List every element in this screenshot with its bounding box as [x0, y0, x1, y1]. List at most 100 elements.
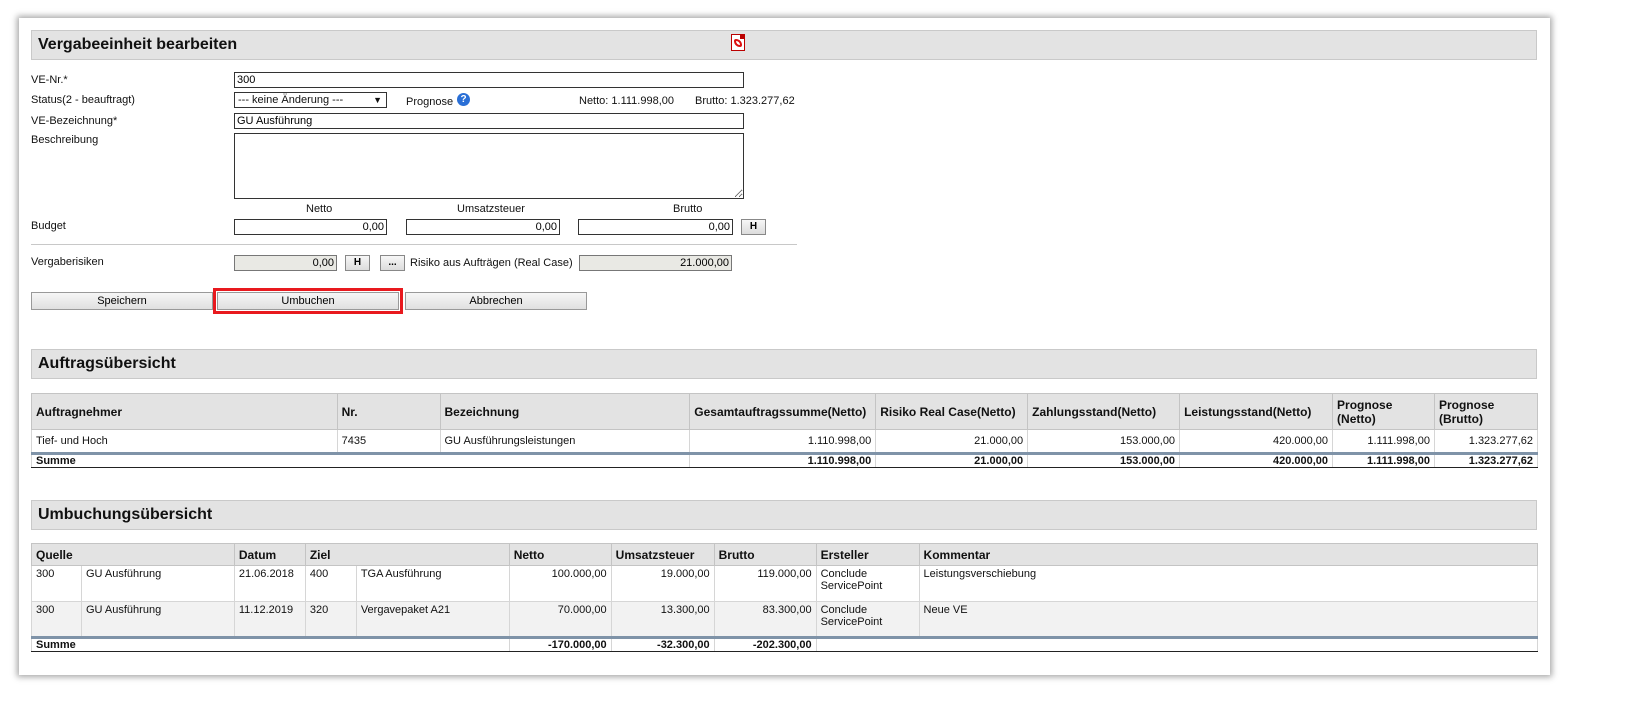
cell-ust: 19.000,00: [610, 565, 715, 602]
cell-auftragnehmer: Tief- und Hoch: [31, 429, 338, 454]
cell-netto: 70.000,00: [508, 601, 612, 638]
auftraege-table: Auftragnehmer Nr. Bezeichnung Gesamtauft…: [30, 393, 1539, 468]
cancel-button[interactable]: Abbrechen: [405, 292, 587, 310]
col-header[interactable]: Brutto: [713, 543, 817, 566]
cell-ersteller: Conclude ServicePoint: [815, 601, 920, 638]
cell-prognose-netto: 1.111.998,00: [1332, 429, 1435, 454]
col-header[interactable]: Risiko Real Case(Netto): [875, 393, 1029, 430]
sum-ust: -32.300,00: [610, 636, 715, 652]
cell-ziel-name: Vergavepaket A21: [355, 601, 510, 638]
cell-ust: 13.300,00: [610, 601, 715, 638]
pdf-icon[interactable]: [731, 34, 745, 51]
sum-brutto: -202.300,00: [713, 636, 817, 652]
vergaberisiken-label: Vergaberisiken: [31, 256, 104, 268]
status-label: Status(2 - beauftragt): [31, 94, 135, 106]
risiko-label: Risiko aus Aufträgen (Real Case): [410, 257, 573, 269]
risiken-history-button[interactable]: H: [345, 255, 370, 271]
col-header[interactable]: Auftragnehmer: [31, 393, 338, 430]
sum-prognose-brutto: 1.323.277,62: [1433, 452, 1539, 468]
beschreibung-label: Beschreibung: [31, 134, 99, 146]
umbuchen-button[interactable]: Umbuchen: [217, 292, 399, 310]
sum-netto: -170.000,00: [508, 636, 612, 652]
cell-brutto: 119.000,00: [713, 565, 817, 602]
prognose-label: Prognose: [406, 96, 454, 108]
section-header-umbuchungen: Umbuchungsübersicht: [31, 500, 1537, 530]
cell-brutto: 83.300,00: [713, 601, 817, 638]
budget-history-button[interactable]: H: [741, 219, 766, 235]
status-select-value: --- keine Änderung ---: [238, 94, 344, 106]
risiko-input[interactable]: [579, 255, 732, 271]
sum-empty: [815, 636, 1539, 652]
cell-zahlung: 153.000,00: [1027, 429, 1181, 454]
sum-row: Summe -170.000,00 -32.300,00 -202.300,00: [31, 636, 1539, 652]
prognose-brutto: Brutto: 1.323.277,62: [695, 95, 795, 107]
bezeichnung-input[interactable]: [234, 113, 744, 129]
budget-brutto-input[interactable]: [578, 219, 733, 235]
col-brutto-label: Brutto: [673, 203, 703, 215]
sum-label: Summe: [31, 636, 510, 652]
section-header-auftraege: Auftragsübersicht: [31, 349, 1537, 379]
auftraege-title: Auftragsübersicht: [38, 355, 176, 372]
cell-ziel-nr: 400: [304, 565, 357, 602]
col-ust-label: Umsatzsteuer: [457, 203, 525, 215]
col-header[interactable]: Datum: [233, 543, 306, 566]
col-header[interactable]: Netto: [508, 543, 612, 566]
cell-kommentar: Neue VE: [918, 601, 1539, 638]
cell-datum: 21.06.2018: [233, 565, 306, 602]
cell-ersteller: Conclude ServicePoint: [815, 565, 920, 602]
col-header[interactable]: Kommentar: [918, 543, 1539, 566]
cell-ziel-name: TGA Ausführung: [355, 565, 510, 602]
cell-bezeichnung: GU Ausführungsleistungen: [439, 429, 691, 454]
umbuchungen-title: Umbuchungsübersicht: [38, 506, 213, 523]
col-header[interactable]: Ziel: [304, 543, 510, 566]
col-header[interactable]: Quelle: [31, 543, 235, 566]
status-select[interactable]: --- keine Änderung --- ▼: [234, 92, 387, 108]
table-row[interactable]: Tief- und Hoch 7435 GU Ausführungsleistu…: [31, 429, 1539, 454]
auftraege-header-row: Auftragnehmer Nr. Bezeichnung Gesamtauft…: [31, 393, 1539, 430]
col-netto-label: Netto: [306, 203, 333, 215]
vergaberisiken-input[interactable]: [234, 255, 337, 271]
col-header[interactable]: Leistungsstand(Netto): [1179, 393, 1334, 430]
cell-quelle-nr: 300: [31, 601, 82, 638]
edit-title: Vergabeeinheit bearbeiten: [38, 36, 238, 53]
budget-ust-input[interactable]: [406, 219, 560, 235]
cell-quelle-name: GU Ausführung: [80, 565, 235, 602]
beschreibung-textarea[interactable]: [234, 133, 744, 199]
page-frame: Vergabeeinheit bearbeiten VE-Nr.* Status…: [19, 18, 1550, 675]
col-header[interactable]: Gesamtauftragssumme(Netto): [689, 393, 877, 430]
sum-leistung: 420.000,00: [1179, 452, 1334, 468]
sum-risiko: 21.000,00: [875, 452, 1029, 468]
col-header[interactable]: Prognose (Brutto): [1433, 393, 1539, 430]
chevron-down-icon: ▼: [373, 95, 382, 105]
cell-kommentar: Leistungsverschiebung: [918, 565, 1539, 602]
cell-datum: 11.12.2019: [233, 601, 306, 638]
budget-netto-input[interactable]: [234, 219, 387, 235]
cell-quelle-name: GU Ausführung: [80, 601, 235, 638]
budget-label: Budget: [31, 220, 66, 232]
col-header[interactable]: Nr.: [336, 393, 441, 430]
col-header[interactable]: Umsatzsteuer: [610, 543, 715, 566]
save-button[interactable]: Speichern: [31, 292, 213, 310]
sum-prognose-netto: 1.111.998,00: [1332, 452, 1435, 468]
sum-row: Summe 1.110.998,00 21.000,00 153.000,00 …: [30, 452, 1539, 468]
col-header[interactable]: Zahlungsstand(Netto): [1027, 393, 1181, 430]
help-icon[interactable]: ?: [457, 93, 470, 106]
cell-netto: 100.000,00: [508, 565, 612, 602]
cell-prognose-brutto: 1.323.277,62: [1433, 429, 1539, 454]
table-row[interactable]: 300 GU Ausführung 11.12.2019 320 Vergave…: [31, 601, 1539, 638]
prognose-netto: Netto: 1.111.998,00: [579, 95, 674, 107]
section-header-edit: Vergabeeinheit bearbeiten: [31, 30, 1537, 60]
table-row[interactable]: 300 GU Ausführung 21.06.2018 400 TGA Aus…: [31, 565, 1539, 602]
col-header[interactable]: Prognose (Netto): [1332, 393, 1435, 430]
cell-ziel-nr: 320: [304, 601, 357, 638]
cell-risiko: 21.000,00: [875, 429, 1029, 454]
divider: [31, 244, 797, 245]
ve-nr-input[interactable]: [234, 72, 744, 88]
col-header[interactable]: Bezeichnung: [439, 393, 691, 430]
sum-label: Summe: [30, 452, 691, 468]
cell-nr: 7435: [336, 429, 441, 454]
umbuchungen-header-row: Quelle Datum Ziel Netto Umsatzsteuer Bru…: [31, 543, 1539, 566]
bezeichnung-label: VE-Bezeichnung*: [31, 115, 118, 127]
risiken-more-button[interactable]: ...: [380, 255, 405, 271]
col-header[interactable]: Ersteller: [815, 543, 920, 566]
